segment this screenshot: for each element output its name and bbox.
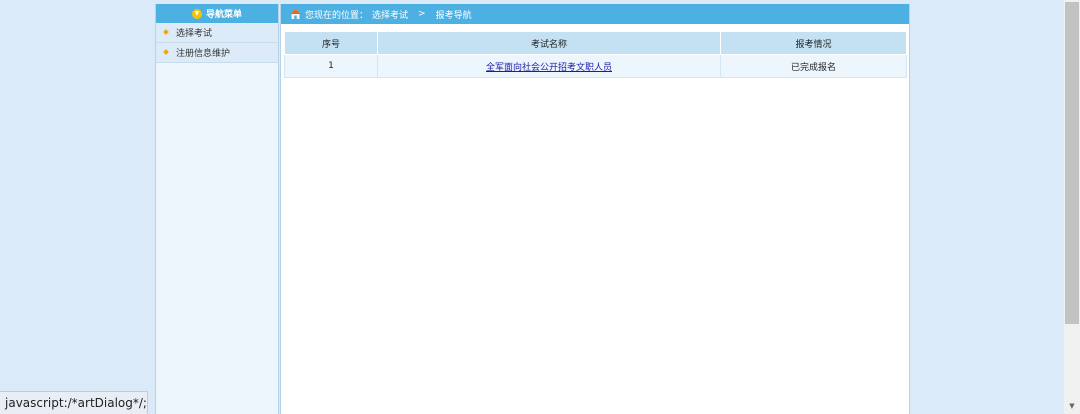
row-status: 已完成报名 — [720, 54, 907, 78]
exam-name-link[interactable]: 全军面向社会公开招考文职人员 — [486, 63, 612, 73]
breadcrumb-separator: > — [418, 9, 426, 19]
bullet-icon — [163, 49, 169, 55]
table-header-row: 序号 考试名称 报考情况 — [284, 31, 907, 55]
chevron-down-icon: ▼ — [191, 8, 202, 19]
main-panel: 您现在的位置： 选择考试 > 报考导航 序号 考试名称 报考情况 1 全军面向社会… — [280, 4, 910, 414]
home-icon — [290, 9, 301, 19]
bullet-icon — [163, 29, 169, 35]
status-bar-text: javascript:/*artDialog*/; — [5, 396, 147, 410]
breadcrumb-current: 报考导航 — [435, 10, 472, 21]
breadcrumb-parent[interactable]: 选择考试 — [372, 8, 408, 21]
column-header-status: 报考情况 — [720, 31, 907, 55]
row-exam-name-cell: 全军面向社会公开招考文职人员 — [377, 54, 721, 78]
nav-item-select-exam[interactable]: 选择考试 — [156, 23, 278, 43]
nav-item-label: 选择考试 — [176, 29, 213, 39]
nav-menu-title: 导航菜单 — [205, 10, 242, 20]
column-header-exam-name: 考试名称 — [377, 31, 721, 55]
column-header-index: 序号 — [284, 31, 378, 55]
vertical-scrollbar[interactable]: ▼ — [1064, 0, 1080, 414]
nav-item-registration-info[interactable]: 注册信息维护 — [156, 43, 278, 63]
scroll-down-arrow-icon[interactable]: ▼ — [1064, 398, 1080, 414]
breadcrumb-prefix: 您现在的位置： — [305, 10, 369, 21]
nav-item-label: 注册信息维护 — [176, 49, 231, 59]
row-index: 1 — [284, 54, 378, 78]
scrollbar-thumb[interactable] — [1065, 2, 1079, 324]
nav-menu-header: ▼ 导航菜单 — [156, 4, 278, 23]
exam-table: 序号 考试名称 报考情况 1 全军面向社会公开招考文职人员 已完成报名 — [284, 31, 907, 78]
table-row: 1 全军面向社会公开招考文职人员 已完成报名 — [284, 54, 907, 78]
status-bar: javascript:/*artDialog*/; — [0, 391, 148, 414]
breadcrumb: 您现在的位置： 选择考试 > 报考导航 — [281, 4, 909, 24]
nav-menu: ▼ 导航菜单 选择考试 注册信息维护 — [155, 4, 279, 414]
